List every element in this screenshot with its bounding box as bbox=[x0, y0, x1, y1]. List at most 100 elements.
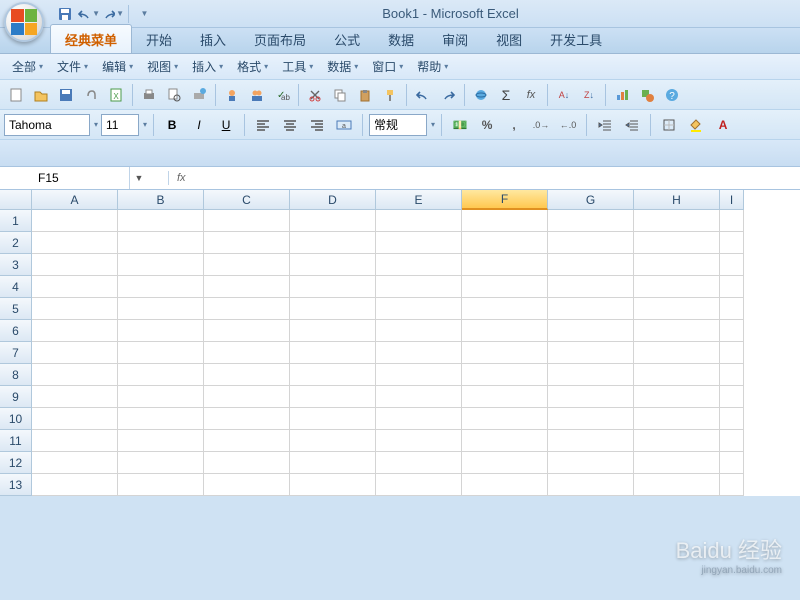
menu-window[interactable]: 窗口▾ bbox=[366, 55, 409, 78]
font-size-select[interactable]: 11 bbox=[101, 114, 139, 136]
sort-desc-button[interactable]: Z↓ bbox=[577, 83, 601, 107]
cell-B3[interactable] bbox=[118, 254, 204, 276]
comma-button[interactable]: , bbox=[502, 114, 526, 136]
cell-A6[interactable] bbox=[32, 320, 118, 342]
cell-H7[interactable] bbox=[634, 342, 720, 364]
cell-C2[interactable] bbox=[204, 232, 290, 254]
cell-H8[interactable] bbox=[634, 364, 720, 386]
cell-A5[interactable] bbox=[32, 298, 118, 320]
insert-hyperlink-button[interactable] bbox=[469, 83, 493, 107]
insert-function-button[interactable]: fx bbox=[519, 83, 543, 107]
decrease-decimal-button[interactable]: ←.0 bbox=[556, 114, 580, 136]
italic-button[interactable]: I bbox=[187, 114, 211, 136]
cell-D7[interactable] bbox=[290, 342, 376, 364]
cell-E4[interactable] bbox=[376, 276, 462, 298]
cell-H13[interactable] bbox=[634, 474, 720, 496]
cell-G4[interactable] bbox=[548, 276, 634, 298]
tab-formulas[interactable]: 公式 bbox=[320, 25, 374, 53]
copy-button[interactable] bbox=[328, 83, 352, 107]
save-button[interactable] bbox=[54, 83, 78, 107]
tab-data[interactable]: 数据 bbox=[374, 25, 428, 53]
column-header-C[interactable]: C bbox=[204, 190, 290, 210]
cell-F10[interactable] bbox=[462, 408, 548, 430]
cell-D12[interactable] bbox=[290, 452, 376, 474]
align-center-button[interactable] bbox=[278, 114, 302, 136]
cell-D6[interactable] bbox=[290, 320, 376, 342]
save-button[interactable] bbox=[54, 4, 76, 24]
name-box-dropdown[interactable]: ▼ bbox=[130, 173, 148, 183]
cell-G2[interactable] bbox=[548, 232, 634, 254]
cell-I13[interactable] bbox=[720, 474, 744, 496]
undo-button[interactable] bbox=[411, 83, 435, 107]
format-painter-button[interactable] bbox=[378, 83, 402, 107]
formula-input[interactable] bbox=[192, 171, 692, 185]
cell-I3[interactable] bbox=[720, 254, 744, 276]
borders-button[interactable] bbox=[657, 114, 681, 136]
cell-C4[interactable] bbox=[204, 276, 290, 298]
cell-D4[interactable] bbox=[290, 276, 376, 298]
cell-E1[interactable] bbox=[376, 210, 462, 232]
row-header-4[interactable]: 4 bbox=[0, 276, 32, 298]
cell-E2[interactable] bbox=[376, 232, 462, 254]
row-header-1[interactable]: 1 bbox=[0, 210, 32, 232]
quick-print-button[interactable] bbox=[187, 83, 211, 107]
column-header-H[interactable]: H bbox=[634, 190, 720, 210]
cell-D9[interactable] bbox=[290, 386, 376, 408]
cell-D2[interactable] bbox=[290, 232, 376, 254]
redo-button[interactable]: ▼ bbox=[102, 4, 124, 24]
cell-D5[interactable] bbox=[290, 298, 376, 320]
menu-file[interactable]: 文件▾ bbox=[51, 55, 94, 78]
cell-C12[interactable] bbox=[204, 452, 290, 474]
cell-I5[interactable] bbox=[720, 298, 744, 320]
select-all-corner[interactable] bbox=[0, 190, 32, 210]
cell-I1[interactable] bbox=[720, 210, 744, 232]
cell-C7[interactable] bbox=[204, 342, 290, 364]
menu-tools[interactable]: 工具▾ bbox=[276, 55, 319, 78]
cell-C13[interactable] bbox=[204, 474, 290, 496]
tab-page-layout[interactable]: 页面布局 bbox=[240, 25, 320, 53]
open-button[interactable] bbox=[29, 83, 53, 107]
menu-insert[interactable]: 插入▾ bbox=[186, 55, 229, 78]
tab-review[interactable]: 审阅 bbox=[428, 25, 482, 53]
cell-G6[interactable] bbox=[548, 320, 634, 342]
cell-B12[interactable] bbox=[118, 452, 204, 474]
row-header-6[interactable]: 6 bbox=[0, 320, 32, 342]
cell-G12[interactable] bbox=[548, 452, 634, 474]
increase-indent-button[interactable] bbox=[620, 114, 644, 136]
spelling-button[interactable]: ✓ab bbox=[270, 83, 294, 107]
underline-button[interactable]: U bbox=[214, 114, 238, 136]
cell-C8[interactable] bbox=[204, 364, 290, 386]
tab-view[interactable]: 视图 bbox=[482, 25, 536, 53]
cell-F7[interactable] bbox=[462, 342, 548, 364]
merge-center-button[interactable]: a bbox=[332, 114, 356, 136]
name-box[interactable]: F15 bbox=[30, 167, 130, 189]
cell-G5[interactable] bbox=[548, 298, 634, 320]
autosum-button[interactable]: Σ bbox=[494, 83, 518, 107]
qat-customize[interactable]: ▼ bbox=[133, 4, 155, 24]
cell-H9[interactable] bbox=[634, 386, 720, 408]
new-button[interactable] bbox=[4, 83, 28, 107]
cell-A4[interactable] bbox=[32, 276, 118, 298]
cell-E12[interactable] bbox=[376, 452, 462, 474]
row-header-9[interactable]: 9 bbox=[0, 386, 32, 408]
cell-F1[interactable] bbox=[462, 210, 548, 232]
cell-C9[interactable] bbox=[204, 386, 290, 408]
paste-button[interactable] bbox=[353, 83, 377, 107]
cell-G3[interactable] bbox=[548, 254, 634, 276]
decrease-indent-button[interactable] bbox=[593, 114, 617, 136]
cell-F5[interactable] bbox=[462, 298, 548, 320]
cell-C3[interactable] bbox=[204, 254, 290, 276]
print-preview-button[interactable] bbox=[162, 83, 186, 107]
cell-E9[interactable] bbox=[376, 386, 462, 408]
cell-B2[interactable] bbox=[118, 232, 204, 254]
cell-D1[interactable] bbox=[290, 210, 376, 232]
cell-B10[interactable] bbox=[118, 408, 204, 430]
permission-button[interactable] bbox=[220, 83, 244, 107]
tab-developer[interactable]: 开发工具 bbox=[536, 25, 616, 53]
cell-G10[interactable] bbox=[548, 408, 634, 430]
number-format-select[interactable]: 常规 bbox=[369, 114, 427, 136]
cell-A2[interactable] bbox=[32, 232, 118, 254]
cell-G13[interactable] bbox=[548, 474, 634, 496]
cell-H12[interactable] bbox=[634, 452, 720, 474]
cell-A7[interactable] bbox=[32, 342, 118, 364]
